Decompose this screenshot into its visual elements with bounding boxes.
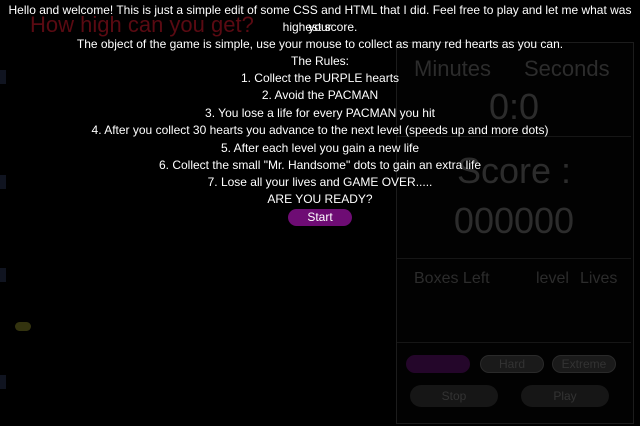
intro-line: highest score.: [282, 20, 358, 34]
rule-item: 7. Lose all your lives and GAME OVER....…: [207, 175, 433, 189]
difficulty-hard-button[interactable]: Hard: [480, 355, 544, 373]
rule-item: 4. After you collect 30 hearts you advan…: [91, 123, 549, 137]
level-label: level: [536, 270, 569, 287]
ready-prompt: ARE YOU READY?: [267, 192, 373, 206]
rule-item: 5. After each level you gain a new life: [220, 141, 420, 155]
panel-divider: [397, 258, 631, 259]
rules-heading: The Rules:: [290, 54, 350, 68]
rule-item: 2. Avoid the PACMAN: [261, 88, 379, 102]
lives-label: Lives: [580, 270, 618, 287]
panel-divider: [397, 342, 631, 343]
intro-line: The object of the game is simple, use yo…: [76, 37, 564, 51]
rule-item: 3. You lose a life for every PACMAN you …: [205, 106, 435, 120]
rule-item: 6. Collect the small "Mr. Handsome" dots…: [158, 158, 481, 172]
mr-handsome-dot: [15, 322, 31, 331]
edge-decoration: [0, 375, 6, 389]
rule-item: 1. Collect the PURPLE hearts: [240, 71, 400, 85]
difficulty-easy-button[interactable]: [406, 355, 470, 373]
play-button[interactable]: Play: [521, 385, 609, 407]
stop-button[interactable]: Stop: [410, 385, 498, 407]
start-button[interactable]: Start: [288, 209, 352, 226]
boxes-left-label: Boxes Left: [414, 270, 490, 287]
edge-decoration: [0, 268, 6, 282]
difficulty-extreme-button[interactable]: Extreme: [552, 355, 616, 373]
